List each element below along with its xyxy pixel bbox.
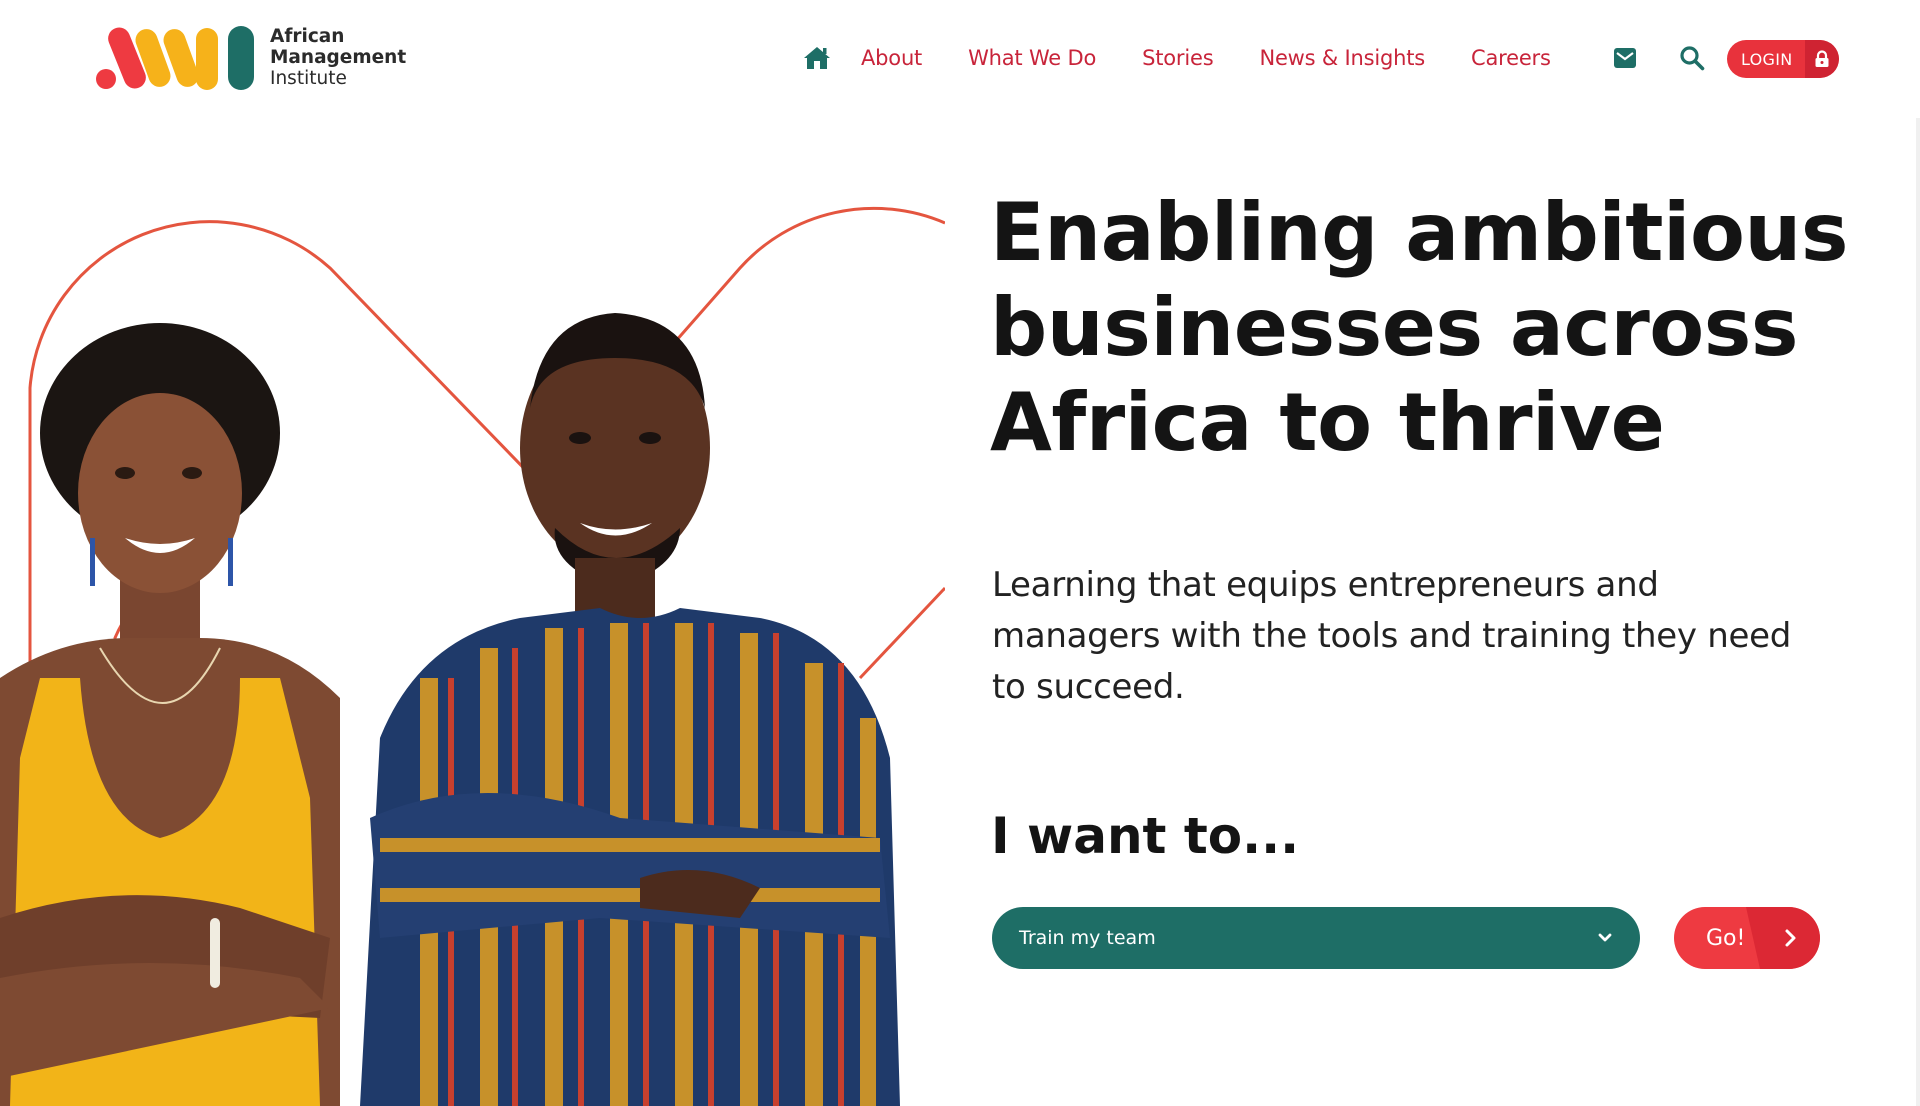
goal-select[interactable]: Train my team — [992, 907, 1640, 969]
go-arrow-area — [1746, 907, 1820, 969]
nav-home[interactable] — [795, 36, 839, 80]
hero-title-line1: Enabling ambitious — [990, 186, 1849, 279]
go-button[interactable]: Go! — [1674, 907, 1820, 969]
goal-select-value: Train my team — [1019, 927, 1156, 949]
person-woman — [0, 323, 340, 1106]
main-nav: About What We Do Stories News & Insights… — [795, 36, 1839, 80]
mail-icon — [1614, 48, 1636, 68]
hero-title: Enabling ambitious businesses across Afr… — [990, 185, 1870, 470]
person-man — [360, 313, 900, 1106]
logo-text-line1: African — [270, 25, 345, 47]
hero-image — [0, 118, 945, 1106]
site-header: African Management Institute About What … — [0, 0, 1920, 118]
nav-search-button[interactable] — [1672, 38, 1712, 78]
hero-title-line2: businesses across — [990, 281, 1798, 374]
nav-link-stories[interactable]: Stories — [1142, 46, 1214, 70]
chevron-right-icon — [1785, 929, 1796, 947]
login-button[interactable]: LOGIN — [1727, 40, 1839, 78]
logo-text-line2: Management — [270, 46, 407, 68]
ami-logo-mark — [96, 26, 254, 90]
hero-subtitle: Learning that equips entrepreneurs and m… — [992, 565, 1791, 707]
page-scrollbar[interactable] — [1916, 118, 1920, 1106]
lock-icon — [1815, 50, 1829, 67]
nav-link-careers[interactable]: Careers — [1471, 46, 1551, 70]
hero-title-line3: Africa to thrive — [990, 376, 1665, 469]
nav-link-news-insights[interactable]: News & Insights — [1259, 46, 1425, 70]
login-label: LOGIN — [1741, 49, 1793, 69]
logo-text-line3: Institute — [270, 67, 347, 89]
nav-link-about[interactable]: About — [861, 46, 922, 70]
chevron-down-icon — [1598, 933, 1612, 942]
ami-logo[interactable]: African Management Institute — [96, 24, 406, 90]
search-icon — [1680, 46, 1705, 71]
go-button-label: Go! — [1706, 925, 1746, 951]
login-lock-area — [1805, 40, 1839, 78]
nav-link-what-we-do[interactable]: What We Do — [968, 46, 1096, 70]
hero-illustration — [0, 206, 945, 1106]
cta-prompt: I want to... — [991, 807, 1300, 865]
logo-wordmark: African Management Institute — [270, 26, 406, 89]
nav-contact-button[interactable] — [1605, 38, 1645, 78]
home-icon — [804, 47, 830, 69]
